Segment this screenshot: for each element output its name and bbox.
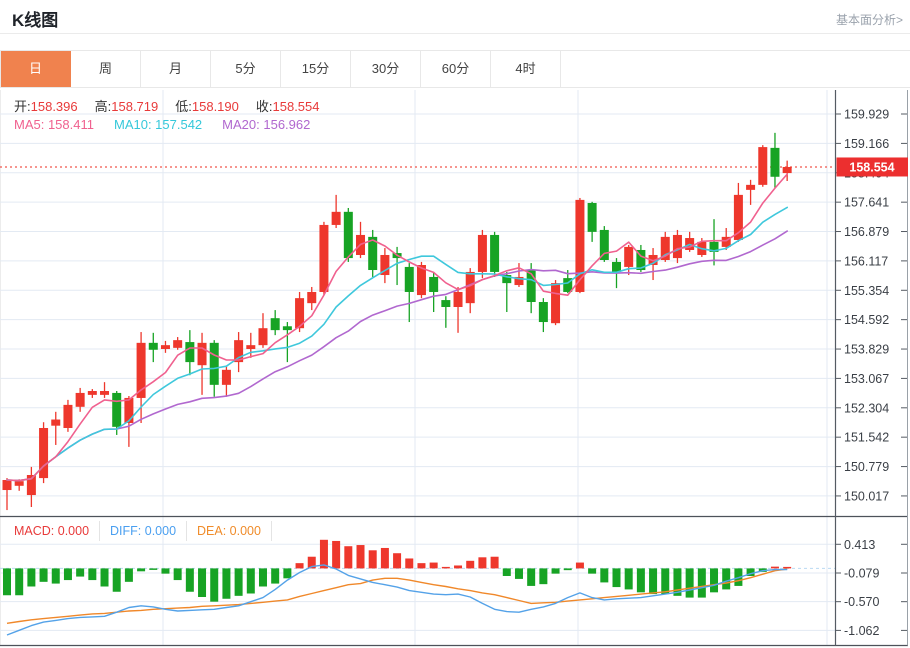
ohlc-value-0: 158.396: [30, 99, 78, 114]
candles-layer: [2, 132, 792, 511]
macd-legend-cell-1: DIFF: 0.000: [100, 520, 188, 541]
svg-text:155.354: 155.354: [844, 284, 889, 298]
macd-legend-cell-0: MACD: 0.000: [0, 520, 101, 541]
tab-period-1[interactable]: 周: [71, 51, 141, 87]
tab-period-5[interactable]: 30分: [351, 51, 421, 87]
tab-period-0[interactable]: 日: [1, 51, 71, 87]
price-tag-value: 158.554: [849, 160, 894, 174]
ma-lines-layer: [6, 173, 789, 482]
tab-period-7[interactable]: 4时: [491, 51, 561, 87]
svg-text:157.641: 157.641: [844, 196, 889, 210]
svg-text:150.779: 150.779: [844, 460, 889, 474]
ohlc-info-row: 开:158.396 高:158.719 低:158.190 收:158.554: [14, 96, 337, 115]
ma-value-1: MA10: 157.542: [113, 117, 203, 132]
ohlc-label-1: 高:: [94, 99, 112, 114]
ohlc-value-1: 158.719: [111, 99, 159, 114]
diff-line: [6, 564, 788, 636]
svg-text:159.166: 159.166: [844, 137, 889, 151]
svg-text:-1.062: -1.062: [844, 624, 879, 638]
svg-text:152.304: 152.304: [844, 401, 889, 415]
svg-text:154.592: 154.592: [844, 313, 889, 327]
dea-line: [6, 568, 788, 624]
ohlc-label-3: 收:: [255, 99, 273, 114]
price-tag: 158.554: [836, 157, 908, 177]
ma-value-2: MA20: 156.962: [222, 117, 311, 132]
tab-period-6[interactable]: 60分: [421, 51, 491, 87]
svg-text:156.879: 156.879: [844, 225, 889, 239]
ma-info-row: MA5: 158.411 MA10: 157.542 MA20: 156.962: [14, 117, 330, 132]
macd-legend-cell-2: DEA: 0.000: [187, 520, 272, 541]
svg-text:153.829: 153.829: [844, 343, 889, 357]
svg-text:0.413: 0.413: [844, 538, 875, 552]
svg-text:151.542: 151.542: [844, 431, 889, 445]
tab-period-4[interactable]: 15分: [281, 51, 351, 87]
period-tab-bar: 日周月 5分 15分 30分 60分 4时: [0, 50, 910, 88]
ma5-line: [6, 173, 789, 482]
tab-period-3[interactable]: 5分: [211, 51, 281, 87]
ohlc-value-2: 158.190: [191, 99, 239, 114]
vertical-gridlines: [0, 90, 828, 646]
ma-value-0: MA5: 158.411: [14, 117, 94, 132]
page-title: K线图: [12, 11, 59, 30]
main-gridlines: [0, 113, 835, 497]
svg-text:159.929: 159.929: [844, 108, 889, 122]
fundamental-analysis-link[interactable]: 基本面分析>: [836, 11, 903, 28]
tab-period-2[interactable]: 月: [141, 51, 211, 87]
svg-text:-0.570: -0.570: [844, 595, 879, 609]
kline-page: { "header": { "title": "K线图", "link_labe…: [0, 0, 910, 648]
svg-text:156.117: 156.117: [844, 254, 888, 268]
ohlc-label-2: 低:: [175, 99, 192, 114]
ohlc-label-0: 开:: [14, 99, 31, 114]
svg-text:150.017: 150.017: [844, 489, 889, 503]
ohlc-value-3: 158.554: [272, 99, 320, 114]
macd-gridlines: [0, 543, 835, 631]
svg-text:-0.079: -0.079: [844, 567, 879, 581]
axis-labels-layer: 159.929159.166158.404157.641156.879156.1…: [835, 108, 907, 638]
svg-text:153.067: 153.067: [844, 372, 889, 386]
macd-legend-row: MACD: 0.000 DIFF: 0.000 DEA: 0.000: [0, 519, 272, 542]
macd-lines-layer: [6, 564, 788, 636]
header: K线图 基本面分析>: [0, 0, 910, 34]
